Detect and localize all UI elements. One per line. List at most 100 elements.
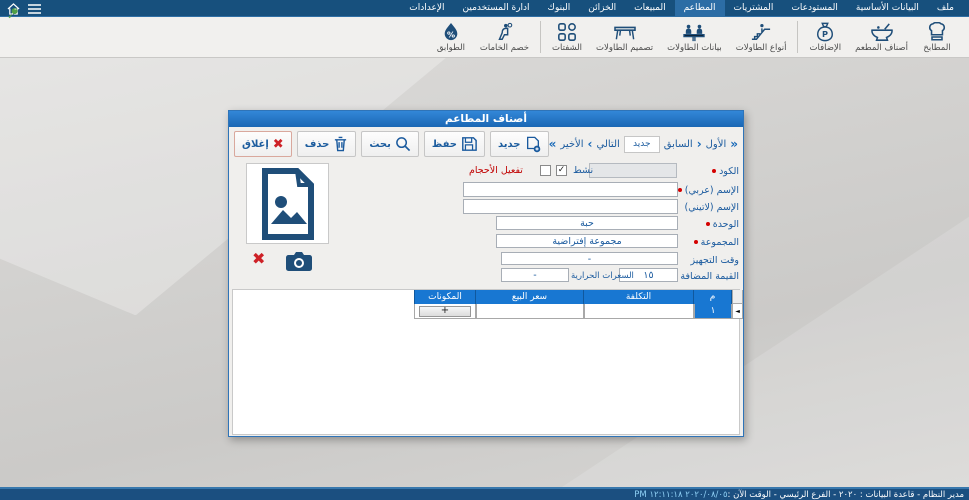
menu-user-management[interactable]: ادارة المستخدمين (454, 0, 539, 16)
close-button[interactable]: إغلاق ✖ (234, 131, 292, 157)
save-button-label: حفظ (432, 139, 457, 150)
enable-sizes-checkbox[interactable] (540, 165, 551, 176)
svg-text:P: P (822, 29, 828, 39)
dialog-title[interactable]: أصناف المطاعم (229, 111, 743, 127)
camera-button[interactable] (286, 252, 312, 271)
svg-text:%: % (447, 29, 455, 39)
ribbon-item-label: الشفتات (552, 43, 582, 53)
sale-price-cell[interactable] (476, 304, 584, 319)
menu-restaurants[interactable]: المطاعم (675, 0, 725, 16)
save-button[interactable]: حفظ (424, 131, 485, 157)
remove-image-button[interactable]: ✖ (252, 250, 265, 268)
required-dot (706, 222, 710, 226)
grid-header-row: المكونات سعر البيع التكلفة م (414, 290, 743, 304)
food-bowl-icon (870, 20, 894, 42)
camera-icon (286, 252, 312, 271)
statusbar: مدير النظام - قاعدة البيانات : ٢٠٢٠ - ال… (0, 487, 969, 500)
ribbon-item-label: الإضافات (809, 43, 841, 53)
ribbon-item-table-design[interactable]: الشفتات (545, 20, 589, 53)
name-en-label-row: الإسم (لاتيني) (673, 200, 739, 214)
pin-icon[interactable] (6, 6, 20, 20)
ribbon-item-label: المطابخ (923, 43, 950, 53)
first-record-button[interactable]: الأول (706, 139, 727, 150)
new-button[interactable]: جديد (490, 131, 549, 157)
components-cell: + (414, 304, 476, 319)
menu-banks[interactable]: البنوك (539, 0, 580, 16)
menu-settings[interactable]: الإعدادات (400, 0, 453, 16)
ribbon-item-restaurant-items[interactable]: أصناف المطعم (848, 20, 915, 53)
menu-basic-data[interactable]: البيانات الأساسية (847, 0, 928, 16)
menu-sales[interactable]: المبيعات (625, 0, 674, 16)
ribbon-item-floors[interactable]: أنواع الطاولات (729, 20, 794, 53)
ribbon-item-table-data[interactable]: تصميم الطاولات (589, 20, 660, 53)
ribbon-item-kitchens[interactable]: المطابخ (915, 20, 959, 53)
vat-label: القيمة المضافة (680, 271, 739, 282)
ribbon-item-label: الطوابق (437, 43, 465, 53)
column-header-cost[interactable]: التكلفة (584, 290, 694, 304)
name-ar-input[interactable] (463, 182, 678, 197)
image-placeholder-icon (259, 168, 317, 240)
table-icon (613, 20, 637, 42)
menu-safes[interactable]: الخزائن (579, 0, 625, 16)
column-header-sale-price[interactable]: سعر البيع (476, 290, 584, 304)
vat-label-row: القيمة المضافة (673, 269, 739, 283)
next-record-arrow-icon[interactable]: ‹ (588, 137, 593, 151)
required-dot (712, 169, 716, 173)
column-header-components[interactable]: المكونات (414, 290, 476, 304)
name-en-input[interactable] (463, 199, 678, 214)
required-dot (694, 240, 698, 244)
name-en-label: الإسم (لاتيني) (685, 202, 740, 213)
active-label: نشط (573, 165, 593, 176)
ribbon-separator (797, 21, 798, 53)
group-input[interactable]: مجموعة إفتراضية (496, 234, 678, 248)
unit-input[interactable]: حبة (496, 216, 678, 230)
code-input[interactable] (589, 163, 677, 178)
code-label-row: الكود (673, 164, 739, 178)
next-record-button[interactable]: التالي (597, 139, 620, 150)
shift-person-icon (494, 20, 514, 42)
cost-cell[interactable] (584, 304, 694, 319)
close-icon: ✖ (273, 138, 284, 151)
close-button-label: إغلاق (242, 139, 269, 150)
ribbon-item-label: تصميم الطاولات (596, 43, 653, 53)
previous-record-arrow-icon[interactable]: › (697, 137, 702, 151)
last-record-arrow-icon[interactable]: « (549, 137, 557, 151)
enable-sizes-label: تفعيل الأحجام (469, 165, 523, 176)
item-image-placeholder[interactable] (246, 163, 329, 244)
ribbon-item-shifts[interactable]: خصم الخامات (473, 20, 536, 53)
action-buttons: إغلاق ✖ حذف بحث حفظ (234, 131, 549, 157)
dialog-toolbar: إغلاق ✖ حذف بحث حفظ (229, 129, 743, 159)
menu-warehouses[interactable]: المستودعات (782, 0, 846, 16)
application-window: ملف البيانات الأساسية المستودعات المشتري… (0, 0, 969, 500)
menubar: ملف البيانات الأساسية المستودعات المشتري… (0, 0, 969, 17)
statusbar-datetime: ٢٠٢٠/٠٨/٠٥ ١٢:١١:١٨ PM (634, 490, 727, 500)
ribbon-item-label: خصم الخامات (480, 43, 529, 53)
required-dot (678, 188, 682, 192)
last-record-button[interactable]: الأخير (560, 139, 583, 150)
column-header-selector (732, 290, 743, 304)
delete-button[interactable]: حذف (297, 131, 357, 157)
ribbon-item-label: بيانات الطاولات (667, 43, 722, 53)
search-button[interactable]: بحث (361, 131, 419, 157)
escalator-icon (750, 20, 772, 42)
hamburger-menu-icon[interactable] (28, 4, 41, 14)
menu-purchases[interactable]: المشتريات (725, 0, 783, 16)
search-button-label: بحث (369, 139, 391, 150)
ribbon-item-additions[interactable]: P الإضافات (802, 20, 848, 53)
calories-input[interactable]: - (501, 268, 569, 282)
column-header-num[interactable]: م (694, 290, 732, 304)
previous-record-button[interactable]: السابق (664, 139, 693, 150)
chef-hat-icon (926, 20, 948, 42)
prep-time-input[interactable]: - (501, 252, 678, 265)
prep-time-label: وقت التجهيز (691, 255, 740, 266)
active-checkbox[interactable]: ✓ (556, 165, 567, 176)
delete-button-label: حذف (305, 139, 330, 150)
ribbon-item-table-types[interactable]: بيانات الطاولات (660, 20, 729, 53)
ribbon-item-material-discount[interactable]: % الطوابق (429, 20, 473, 53)
row-selector[interactable]: ◄ (732, 304, 743, 319)
table-people-icon (682, 20, 706, 42)
first-record-arrow-icon[interactable]: » (730, 137, 738, 151)
add-component-button[interactable]: + (419, 306, 471, 317)
menu-file[interactable]: ملف (928, 0, 963, 16)
unit-label-row: الوحدة (673, 217, 739, 231)
